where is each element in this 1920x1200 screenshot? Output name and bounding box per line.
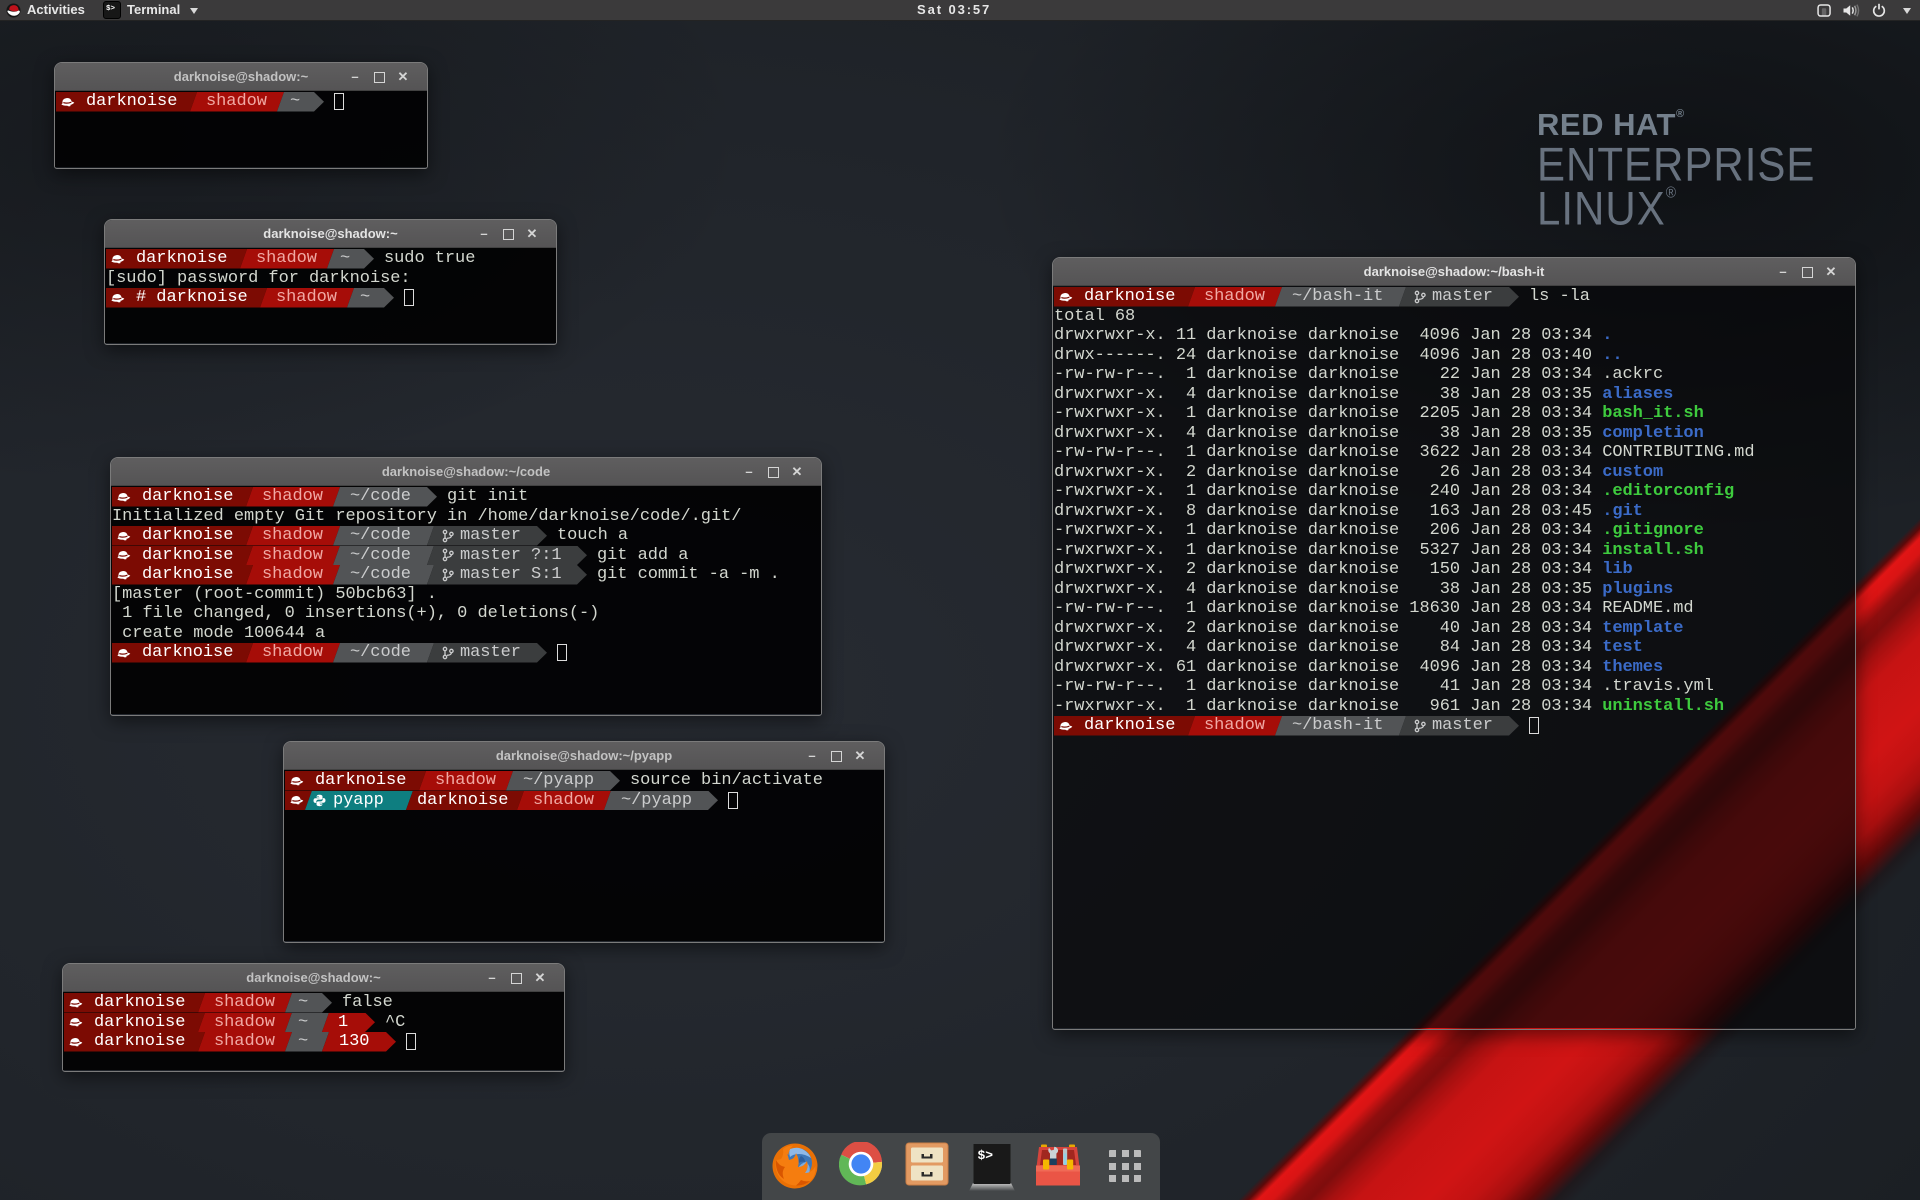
svg-text:$>: $>: [106, 5, 116, 13]
svg-text:$>: $>: [978, 1148, 994, 1163]
